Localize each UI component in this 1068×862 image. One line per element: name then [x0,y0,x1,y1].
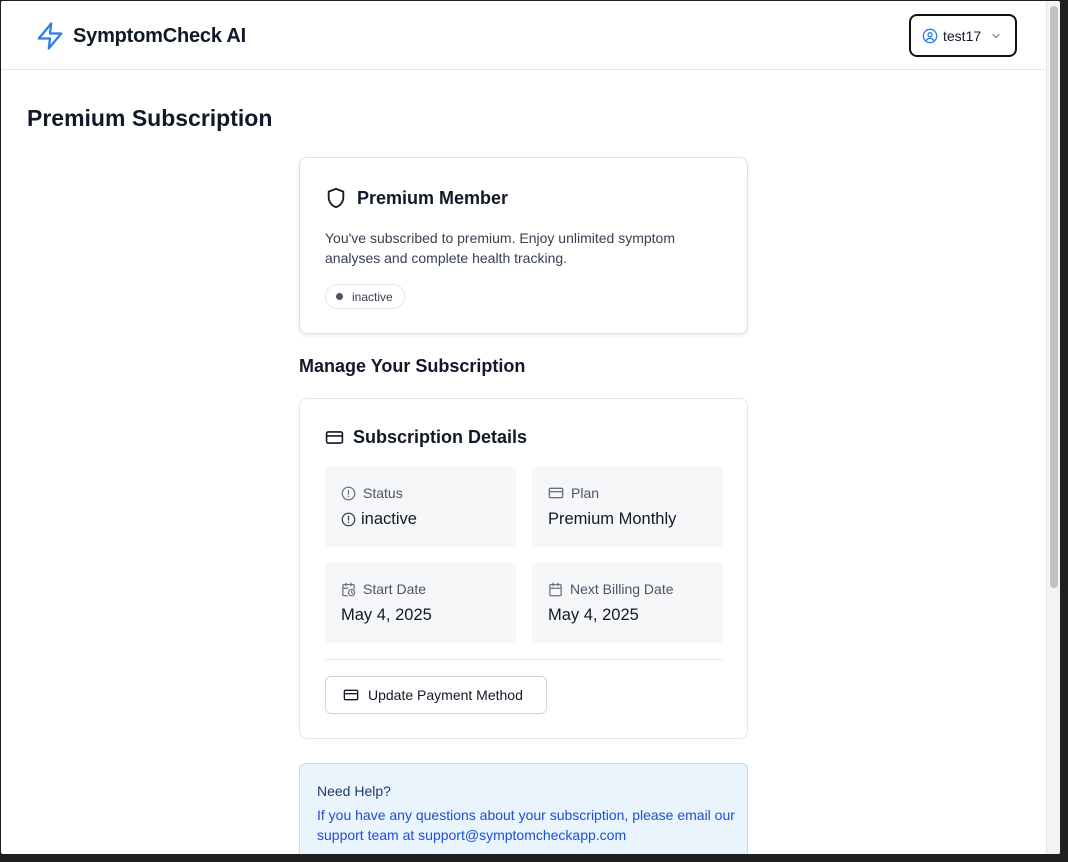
update-payment-method-label: Update Payment Method [368,687,523,703]
update-payment-method-button[interactable]: Update Payment Method [325,676,547,714]
credit-card-icon [325,428,344,447]
member-card-title: Premium Member [357,187,509,208]
status-tile: Status inactive [325,467,516,547]
start-date-value: May 4, 2025 [341,606,432,624]
start-date-label: Start Date [363,581,427,597]
member-card-header: Premium Member [325,186,508,210]
plan-label: Plan [571,485,600,501]
manage-section-title: Manage Your Subscription [299,356,526,376]
alert-circle-icon [341,512,356,527]
details-card-title: Subscription Details [353,427,528,447]
calendar-clock-icon [341,582,356,597]
status-dot [336,293,343,300]
status-badge: inactive [325,284,405,309]
next-billing-date-value: May 4, 2025 [548,606,639,624]
brand[interactable]: SymptomCheck AI [35,21,246,51]
member-card-description: You've subscribed to premium. Enjoy unli… [325,230,675,266]
user-name: test17 [943,27,982,44]
subscription-details-card: Subscription Details Status inactive Pla… [299,398,748,739]
shield-icon [325,186,347,210]
top-navigation-bar: SymptomCheck AI test17 [1,1,1046,70]
plan-tile-value: Premium Monthly [548,510,676,529]
alert-circle-icon [341,486,356,501]
credit-card-icon [343,687,359,703]
next-billing-date-tile: Next Billing Date May 4, 2025 [532,563,723,643]
calendar-icon [548,582,563,597]
chevron-down-icon [990,30,1002,42]
user-menu-button[interactable]: test17 [909,14,1017,57]
start-date-tile-label: Start Date [341,581,426,597]
details-divider [325,659,723,660]
status-value: inactive [361,510,417,528]
status-label: Status [363,485,403,501]
app-window: SymptomCheck AI test17 Premium Subscript… [1,1,1060,854]
help-title: Need Help? [317,783,391,799]
next-billing-date-label: Next Billing Date [570,581,674,597]
next-billing-date-tile-value: May 4, 2025 [548,606,639,625]
help-box: Need Help? If you have any questions abo… [299,763,748,854]
app-name: SymptomCheck AI [73,24,246,47]
user-circle-icon [922,28,938,44]
help-text: If you have any questions about your sub… [317,807,735,843]
lightning-bolt-icon [35,21,65,51]
status-badge-label: inactive [352,289,393,304]
start-date-tile-value: May 4, 2025 [341,606,432,625]
vertical-scrollbar[interactable] [1046,1,1060,854]
next-billing-date-tile-label: Next Billing Date [548,581,674,597]
plan-value: Premium Monthly [548,510,677,528]
page-title: Premium Subscription [27,105,273,131]
status-tile-value: inactive [341,510,417,529]
status-tile-label: Status [341,485,403,501]
details-card-header: Subscription Details [325,427,527,448]
plan-tile-label: Plan [548,485,599,501]
scrollbar-thumb[interactable] [1050,6,1058,588]
premium-member-card: Premium Member You've subscribed to prem… [299,157,748,334]
start-date-tile: Start Date May 4, 2025 [325,563,516,643]
credit-card-icon [548,485,564,501]
plan-tile: Plan Premium Monthly [532,467,723,547]
